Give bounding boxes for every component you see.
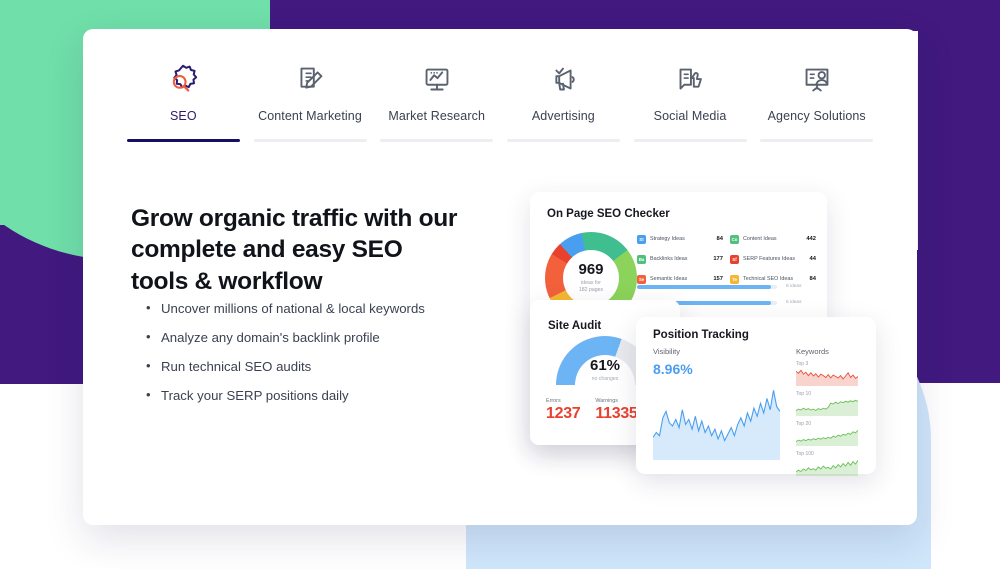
feature-list: Uncover millions of national & local key… bbox=[145, 300, 495, 416]
tab-underline bbox=[760, 139, 874, 142]
card-title: Site Audit bbox=[548, 320, 602, 332]
card-title: Position Tracking bbox=[653, 329, 749, 341]
presentation-person-icon bbox=[798, 57, 836, 103]
card-title: On Page SEO Checker bbox=[547, 208, 670, 220]
stat-badge: Co bbox=[730, 234, 739, 244]
errors-value: 1237 bbox=[546, 405, 581, 422]
position-tracking-card[interactable]: Position Tracking Visibility 8.96% Keywo… bbox=[636, 317, 876, 476]
warnings-metric: Warnings 11335 bbox=[595, 398, 637, 422]
stat-label: SERP Features Ideas bbox=[743, 256, 796, 262]
ideas-caption-line2: 182 pages bbox=[578, 287, 604, 293]
stat-row: St Strategy Ideas 84 bbox=[637, 232, 723, 246]
tab-underline-active bbox=[126, 139, 240, 142]
stat-label: Content Ideas bbox=[743, 236, 777, 242]
keyword-sparkline bbox=[796, 458, 858, 476]
list-item: Analyze any domain's backlink profile bbox=[145, 329, 495, 346]
warnings-value: 11335 bbox=[595, 405, 638, 422]
stat-value: 84 bbox=[809, 276, 816, 282]
tab-label: Agency Solutions bbox=[767, 109, 866, 123]
tab-underline bbox=[380, 139, 494, 142]
stat-value: 442 bbox=[806, 236, 816, 242]
keyword-range-label: Top 100 bbox=[796, 451, 814, 457]
stat-badge: Se bbox=[637, 274, 646, 284]
stat-row: Co Content Ideas 442 bbox=[730, 232, 816, 246]
stat-badge: St bbox=[637, 234, 646, 244]
ideas-stats-left-column: St Strategy Ideas 84 Ba Backlinks Ideas 177 Se… bbox=[637, 232, 723, 292]
tab-social-media[interactable]: Social Media bbox=[627, 57, 754, 142]
keyword-sparkline-item: Top 10 bbox=[796, 391, 858, 416]
tab-advertising[interactable]: Advertising bbox=[500, 57, 627, 142]
tab-label: Market Research bbox=[388, 109, 486, 123]
warnings-label: Warnings bbox=[595, 398, 618, 404]
monitor-chart-icon bbox=[418, 57, 456, 103]
stat-label: Backlinks Ideas bbox=[650, 256, 688, 262]
tab-label: SEO bbox=[169, 109, 197, 123]
tab-label: Content Marketing bbox=[258, 109, 362, 123]
tab-content-marketing[interactable]: Content Marketing bbox=[247, 57, 374, 142]
keyword-range-label: Top 3 bbox=[796, 361, 809, 367]
tab-bar: SEO Content Marketing Market Research Ad… bbox=[120, 57, 880, 142]
ideas-stats-right-column: Co Content Ideas 442 Sf SERP Features Ideas 4… bbox=[730, 232, 816, 292]
tab-market-research[interactable]: Market Research bbox=[373, 57, 500, 142]
tab-seo[interactable]: SEO bbox=[120, 57, 247, 142]
background-shape-purple-top bbox=[272, 0, 1000, 31]
ideas-caption-line1: ideas for bbox=[581, 279, 601, 286]
stat-value: 157 bbox=[713, 276, 723, 282]
stat-label: Technical SEO Ideas bbox=[743, 276, 794, 282]
tab-underline bbox=[506, 139, 620, 142]
stat-badge: Sf bbox=[730, 254, 739, 264]
page-root: SEO Content Marketing Market Research Ad… bbox=[0, 0, 1000, 569]
tab-agency-solutions[interactable]: Agency Solutions bbox=[753, 57, 880, 142]
list-item: Run technical SEO audits bbox=[145, 358, 495, 375]
stat-badge: Te bbox=[730, 274, 739, 284]
ideas-stats: St Strategy Ideas 84 Ba Backlinks Ideas 177 Se… bbox=[637, 232, 817, 292]
progress-fill bbox=[637, 284, 772, 289]
donut-center: 969 ideas for 182 pages bbox=[563, 250, 619, 306]
ideas-caption: ideas for 182 pages bbox=[579, 280, 603, 294]
errors-label: Errors bbox=[546, 398, 561, 404]
stat-value: 44 bbox=[809, 256, 816, 262]
list-item: Uncover millions of national & local key… bbox=[145, 300, 495, 317]
page-title: Grow organic traffic with our complete a… bbox=[131, 205, 458, 295]
progress-track bbox=[637, 284, 777, 289]
keyword-sparkline-item: Top 100 bbox=[796, 451, 858, 476]
keyword-sparkline-item: Top 3 bbox=[796, 361, 858, 386]
errors-metric: Errors 1237 bbox=[546, 398, 581, 422]
tab-underline bbox=[253, 139, 367, 142]
ideas-total: 969 bbox=[578, 260, 604, 278]
stat-label: Semantic Ideas bbox=[650, 276, 688, 282]
stat-label: Strategy Ideas bbox=[650, 236, 685, 242]
megaphone-icon bbox=[544, 57, 582, 103]
stat-row: Ba Backlinks Ideas 177 bbox=[637, 252, 723, 266]
keyword-sparkline bbox=[796, 398, 858, 416]
keyword-sparkline bbox=[796, 368, 858, 386]
tab-label: Social Media bbox=[653, 109, 727, 123]
list-item: Track your SERP positions daily bbox=[145, 387, 495, 404]
keyword-range-label: Top 10 bbox=[796, 391, 812, 397]
visibility-value: 8.96% bbox=[653, 361, 693, 377]
stat-value: 84 bbox=[716, 236, 723, 242]
visibility-area-chart bbox=[653, 382, 780, 460]
keywords-sparkline-list: Top 3 Top 10 Top 20 Top 100 bbox=[796, 361, 858, 481]
keyword-sparkline bbox=[796, 428, 858, 446]
progress-bar-row: 8 ideas bbox=[637, 284, 822, 289]
thumbs-up-chat-icon bbox=[671, 57, 709, 103]
document-edit-icon bbox=[291, 57, 329, 103]
progress-label: 8 ideas bbox=[786, 284, 802, 289]
visibility-label: Visibility bbox=[653, 347, 680, 356]
stat-value: 177 bbox=[713, 256, 723, 262]
tab-underline bbox=[633, 139, 747, 142]
keyword-range-label: Top 20 bbox=[796, 421, 812, 427]
stat-row: Sf SERP Features Ideas 44 bbox=[730, 252, 816, 266]
seo-gear-magnifier-icon bbox=[164, 57, 202, 103]
stat-badge: Ba bbox=[637, 254, 646, 264]
tab-label: Advertising bbox=[531, 109, 595, 123]
keyword-sparkline-item: Top 20 bbox=[796, 421, 858, 446]
progress-label: 5 ideas bbox=[786, 300, 802, 305]
keywords-label: Keywords bbox=[796, 347, 829, 356]
